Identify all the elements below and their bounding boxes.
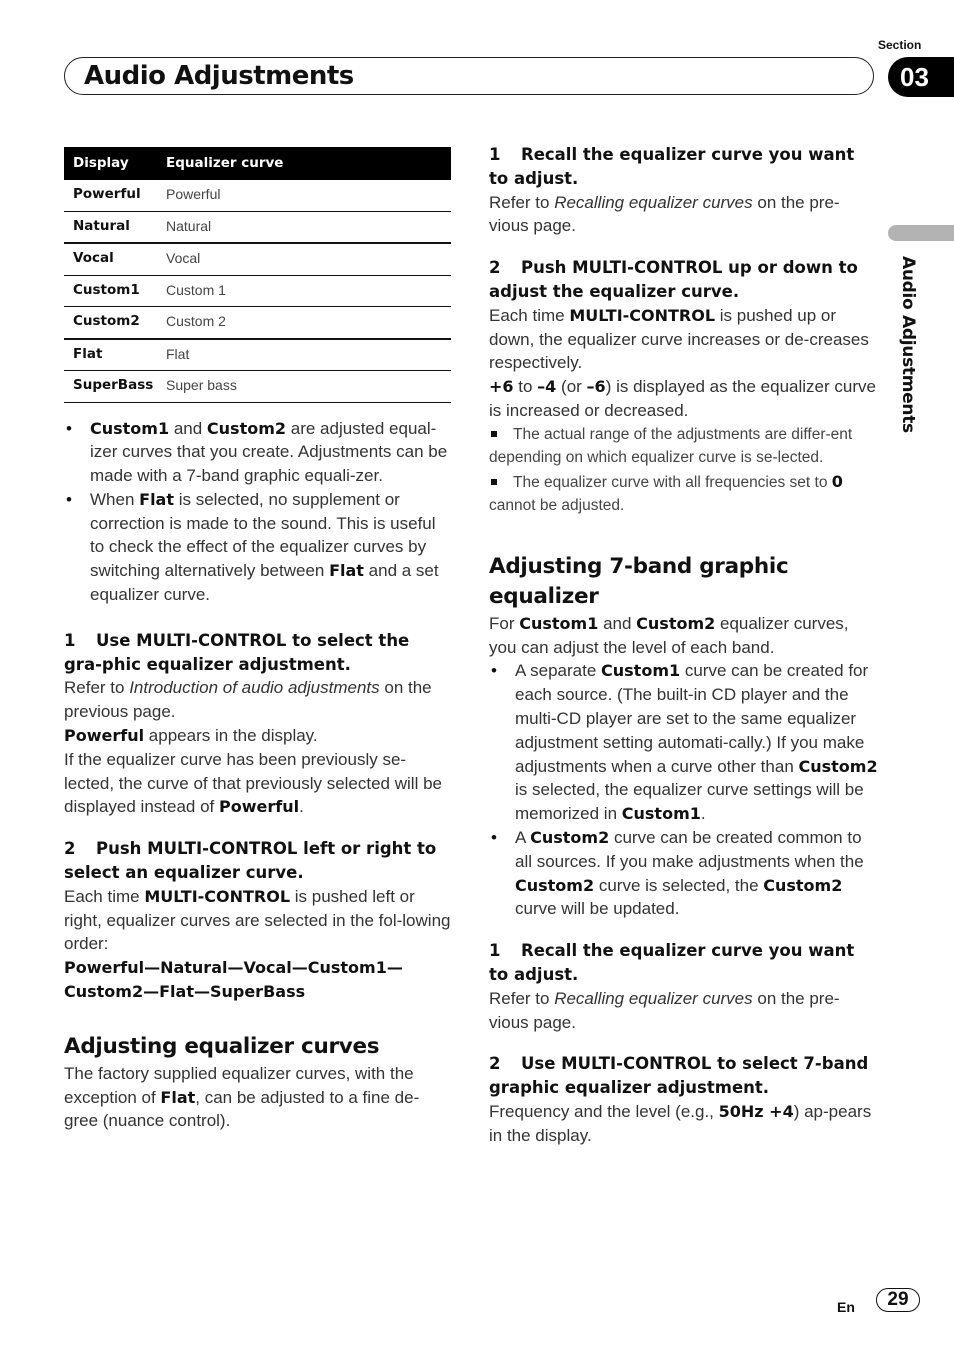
cell-curve: Natural [157,211,451,244]
step-body: Refer to Recalling equalizer curves on t… [489,192,840,236]
section-body: The factory supplied equalizer curves, w… [64,1063,420,1131]
square-bullet-icon [491,478,497,485]
step-body: Refer to Introduction of audio adjustmen… [64,678,432,722]
section-heading: Adjusting equalizer curves [64,1033,380,1059]
cell-display: Powerful [64,180,157,212]
step-body: Frequency and the level (e.g., 50Hz +4) … [489,1101,872,1145]
page-title: Audio Adjustments [84,61,354,91]
cell-display: Custom1 [64,275,157,307]
step-heading: 2 Push MULTI-CONTROL up or down to adjust… [489,258,858,301]
range-text: +6 to –4 (or –6) is displayed as the equ… [489,377,876,420]
table-row: Natural Natural [64,211,451,244]
cell-curve: Flat [157,338,451,371]
table-row: Flat Flat [64,338,451,371]
step-body: Each time MULTI-CONTROL is pushed left o… [64,886,451,954]
cell-display: Custom2 [64,306,157,340]
page-number: 29 [876,1288,920,1312]
square-bullet-icon [491,430,497,437]
step-body: Refer to Recalling equalizer curves on t… [489,988,840,1032]
section-heading: Adjusting 7-band graphic equalizer [489,553,789,609]
cell-display: SuperBass [64,370,157,403]
equalizer-table: Display Equalizer curve Powerful Powerful… [64,147,451,403]
column-header-curve: Equalizer curve [157,147,451,180]
cell-curve: Powerful [157,180,451,212]
cross-reference: Recalling equalizer curves [554,988,753,1008]
cross-reference: Introduction of audio adjustments [129,678,380,698]
custom-curve-notes: A separate Custom1 curve can be created … [489,659,879,921]
step-heading: 1 Use MULTI-CONTROL to select the gra-phi… [64,630,410,674]
section-intro: For Custom1 and Custom2 equalizer curves… [489,613,849,657]
step-body: Powerful appears in the display. [64,726,318,746]
step-body: If the equalizer curve has been previous… [64,749,442,817]
curve-order: Powerful—Natural—Vocal—Custom1—Custom2—F… [64,958,403,1002]
left-column: Display Equalizer curve Powerful Powerful… [64,147,452,1133]
cell-curve: Super bass [157,370,451,403]
note-item: The actual range of the adjustments are … [489,425,853,467]
list-item: A Custom2 curve can be created common to… [489,826,879,921]
cross-reference: Recalling equalizer curves [554,192,753,212]
step-heading: 2 Push MULTI-CONTROL left or right to sel… [64,839,437,883]
step-heading: 2 Use MULTI-CONTROL to select 7-band grap… [489,1054,869,1098]
side-tab-marker [888,225,954,241]
column-header-display: Display [64,147,157,180]
language-code: En [837,1299,855,1315]
custom-flat-notes: Custom1 and Custom2 are adjusted equal-i… [64,417,452,607]
section-number-badge: 03 [888,57,954,97]
table-row: Powerful Powerful [64,180,451,212]
table-header-row: Display Equalizer curve [64,147,451,180]
section-label: Section [878,38,922,52]
cell-display: Vocal [64,243,157,276]
side-section-label: Audio Adjustments [898,256,918,433]
cell-display: Flat [64,338,157,371]
step-body: Each time MULTI-CONTROL is pushed up or … [489,305,869,373]
list-item: When Flat is selected, no supplement or … [64,488,452,607]
right-column: 1 Recall the equalizer curve you want to … [489,143,879,1148]
list-item: Custom1 and Custom2 are adjusted equal-i… [64,417,452,488]
note-item: The equalizer curve with all frequencies… [489,471,843,515]
table-row: SuperBass Super bass [64,370,451,403]
cell-curve: Custom 1 [157,275,451,307]
table-row: Vocal Vocal [64,243,451,276]
cell-curve: Vocal [157,243,451,276]
list-item: A separate Custom1 curve can be created … [489,659,879,826]
cell-display: Natural [64,211,157,244]
step-heading: 1 Recall the equalizer curve you want to … [489,145,855,188]
table-row: Custom1 Custom 1 [64,275,451,307]
table-row: Custom2 Custom 2 [64,306,451,340]
step-heading: 1 Recall the equalizer curve you want to … [489,941,855,984]
cell-curve: Custom 2 [157,306,451,340]
